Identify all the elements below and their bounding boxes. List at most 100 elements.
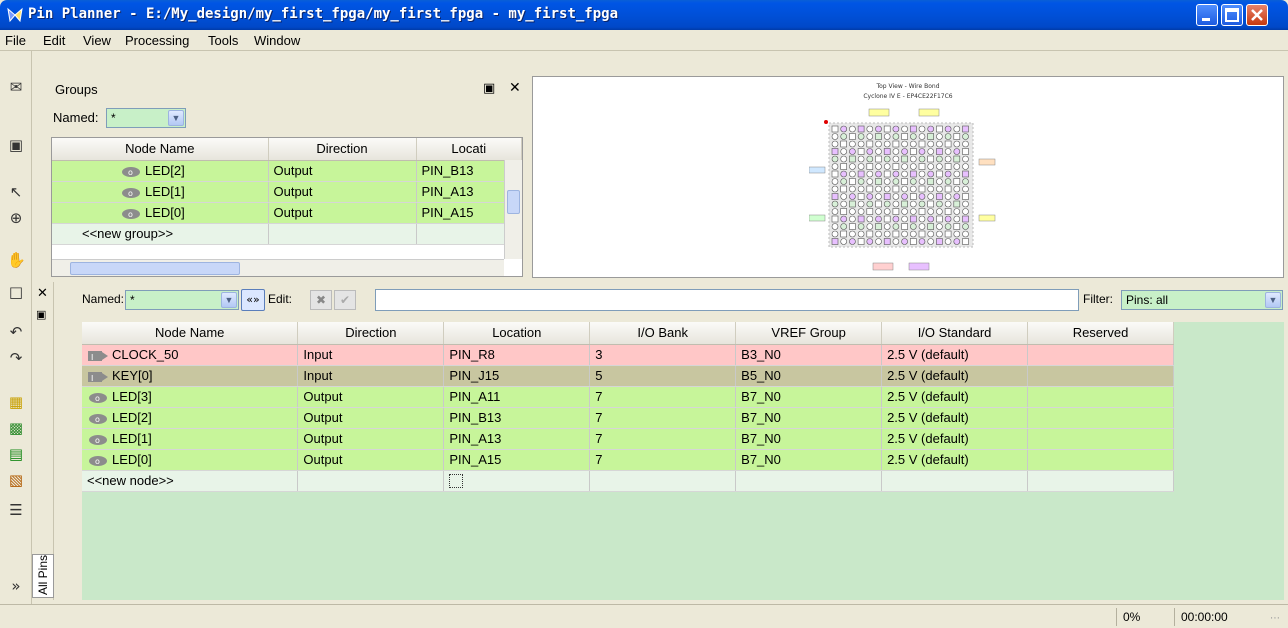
direction-cell[interactable]: Output [297,449,445,471]
io-bank-cell[interactable]: 3 [589,344,737,366]
package-pin[interactable] [901,140,908,148]
location-cell[interactable]: PIN_R8 [443,344,591,366]
package-pin[interactable] [910,215,917,223]
more-chevron-icon[interactable]: » [7,577,25,595]
package-pin[interactable] [962,155,969,163]
table-row[interactable]: I KEY[0] Input PIN_J15 5 B5_N0 2.5 V (default) [82,365,1174,387]
scroll-thumb[interactable] [507,190,520,214]
package-pin[interactable] [944,178,952,185]
package-pin[interactable] [831,148,839,155]
location-cell[interactable]: PIN_J15 [443,365,591,387]
package-pin[interactable] [962,193,969,200]
package-pin[interactable] [936,163,943,170]
package-pin[interactable] [910,208,917,215]
maximize-button[interactable] [1221,4,1243,26]
package-pin[interactable] [840,193,848,200]
package-pin[interactable] [927,125,934,133]
package-pin[interactable] [962,223,969,230]
package-pin[interactable] [892,163,900,170]
package-pin[interactable] [910,223,917,230]
package-pin[interactable] [866,193,874,200]
package-pin[interactable] [962,178,969,185]
package-pin[interactable] [953,133,961,140]
edit-field[interactable] [375,289,1079,311]
package-pin[interactable] [953,208,961,215]
package-pin[interactable] [944,125,952,133]
package-pin[interactable] [927,238,934,245]
package-pin[interactable] [910,163,917,170]
package-pin[interactable] [857,148,865,155]
package-pin[interactable] [840,178,848,185]
package-pin[interactable] [936,208,943,215]
package-pin[interactable] [927,178,934,185]
package-pin[interactable] [892,148,900,155]
package-pin[interactable] [901,148,908,155]
direction-cell[interactable]: Output [297,386,445,408]
package-pin[interactable] [866,155,874,163]
package-pin[interactable] [901,185,908,193]
package-pin[interactable] [840,215,848,223]
package-pin[interactable] [849,200,856,208]
package-pin[interactable] [875,155,882,163]
col-io-bank[interactable]: I/O Bank [589,322,737,345]
package-pin[interactable] [936,170,943,178]
package-pin[interactable] [962,230,969,238]
location-cell-empty[interactable] [443,470,591,492]
package-pin[interactable] [883,155,891,163]
package-pin[interactable] [875,193,882,200]
diff-pin-icon[interactable]: ▧ [7,471,25,489]
package-pin[interactable] [866,170,874,178]
package-pin[interactable] [883,193,891,200]
reserved-cell[interactable] [1027,365,1174,387]
package-pin[interactable] [892,230,900,238]
vref-group-cell[interactable]: B7_N0 [735,407,883,429]
menu-processing[interactable]: Processing [125,33,189,48]
pins-named-combo[interactable]: * ▼ [125,290,239,310]
direction-cell[interactable]: Output [297,407,445,429]
package-pin[interactable] [892,125,900,133]
package-pin[interactable] [849,178,856,185]
reserved-cell[interactable] [1027,386,1174,408]
undo-icon[interactable]: ↶ [7,323,25,341]
direction-cell[interactable]: Input [297,365,445,387]
package-pin[interactable] [910,178,917,185]
node-finder-button[interactable]: «» [241,289,265,311]
menu-window[interactable]: Window [254,33,300,48]
package-pin[interactable] [875,223,882,230]
package-pin[interactable] [831,223,839,230]
package-pin[interactable] [944,133,952,140]
package-pin[interactable] [953,200,961,208]
io-bank-cell[interactable]: 7 [589,407,737,429]
table-row[interactable]: o LED[2] Output PIN_B13 [52,160,522,182]
hand-icon[interactable]: ✋ [7,251,26,269]
col-vref-group[interactable]: VREF Group [735,322,883,345]
package-pin[interactable] [901,125,908,133]
io-standard-cell[interactable]: 2.5 V (default) [881,344,1029,366]
package-pin[interactable] [840,163,848,170]
io-standard-cell[interactable]: 2.5 V (default) [881,407,1029,429]
package-pin[interactable] [953,178,961,185]
location-cell[interactable]: PIN_B13 [443,407,591,429]
package-pin[interactable] [840,148,848,155]
package-pin[interactable] [831,193,839,200]
package-pin[interactable] [962,208,969,215]
message-icon[interactable]: ✉ [7,78,25,96]
package-pin[interactable] [953,230,961,238]
package-pin[interactable] [875,178,882,185]
chevron-down-icon[interactable]: ▼ [221,292,237,308]
package-pin[interactable] [849,193,856,200]
package-pin[interactable] [849,223,856,230]
package-pin[interactable] [866,238,874,245]
table-row[interactable]: o LED[1] Output PIN_A13 7 B7_N0 2.5 V (default… [82,428,1174,450]
chevron-down-icon[interactable]: ▼ [1265,292,1281,308]
float-panel-icon[interactable]: ▣ [36,308,46,321]
package-pin[interactable] [901,155,908,163]
fpga-package-diagram[interactable] [809,107,1009,275]
package-pin[interactable] [883,133,891,140]
table-row[interactable]: <<new group>> [52,223,522,245]
package-pin[interactable] [857,170,865,178]
package-pin[interactable] [875,200,882,208]
package-pin[interactable] [875,125,882,133]
package-pin[interactable] [866,223,874,230]
package-pin[interactable] [892,208,900,215]
